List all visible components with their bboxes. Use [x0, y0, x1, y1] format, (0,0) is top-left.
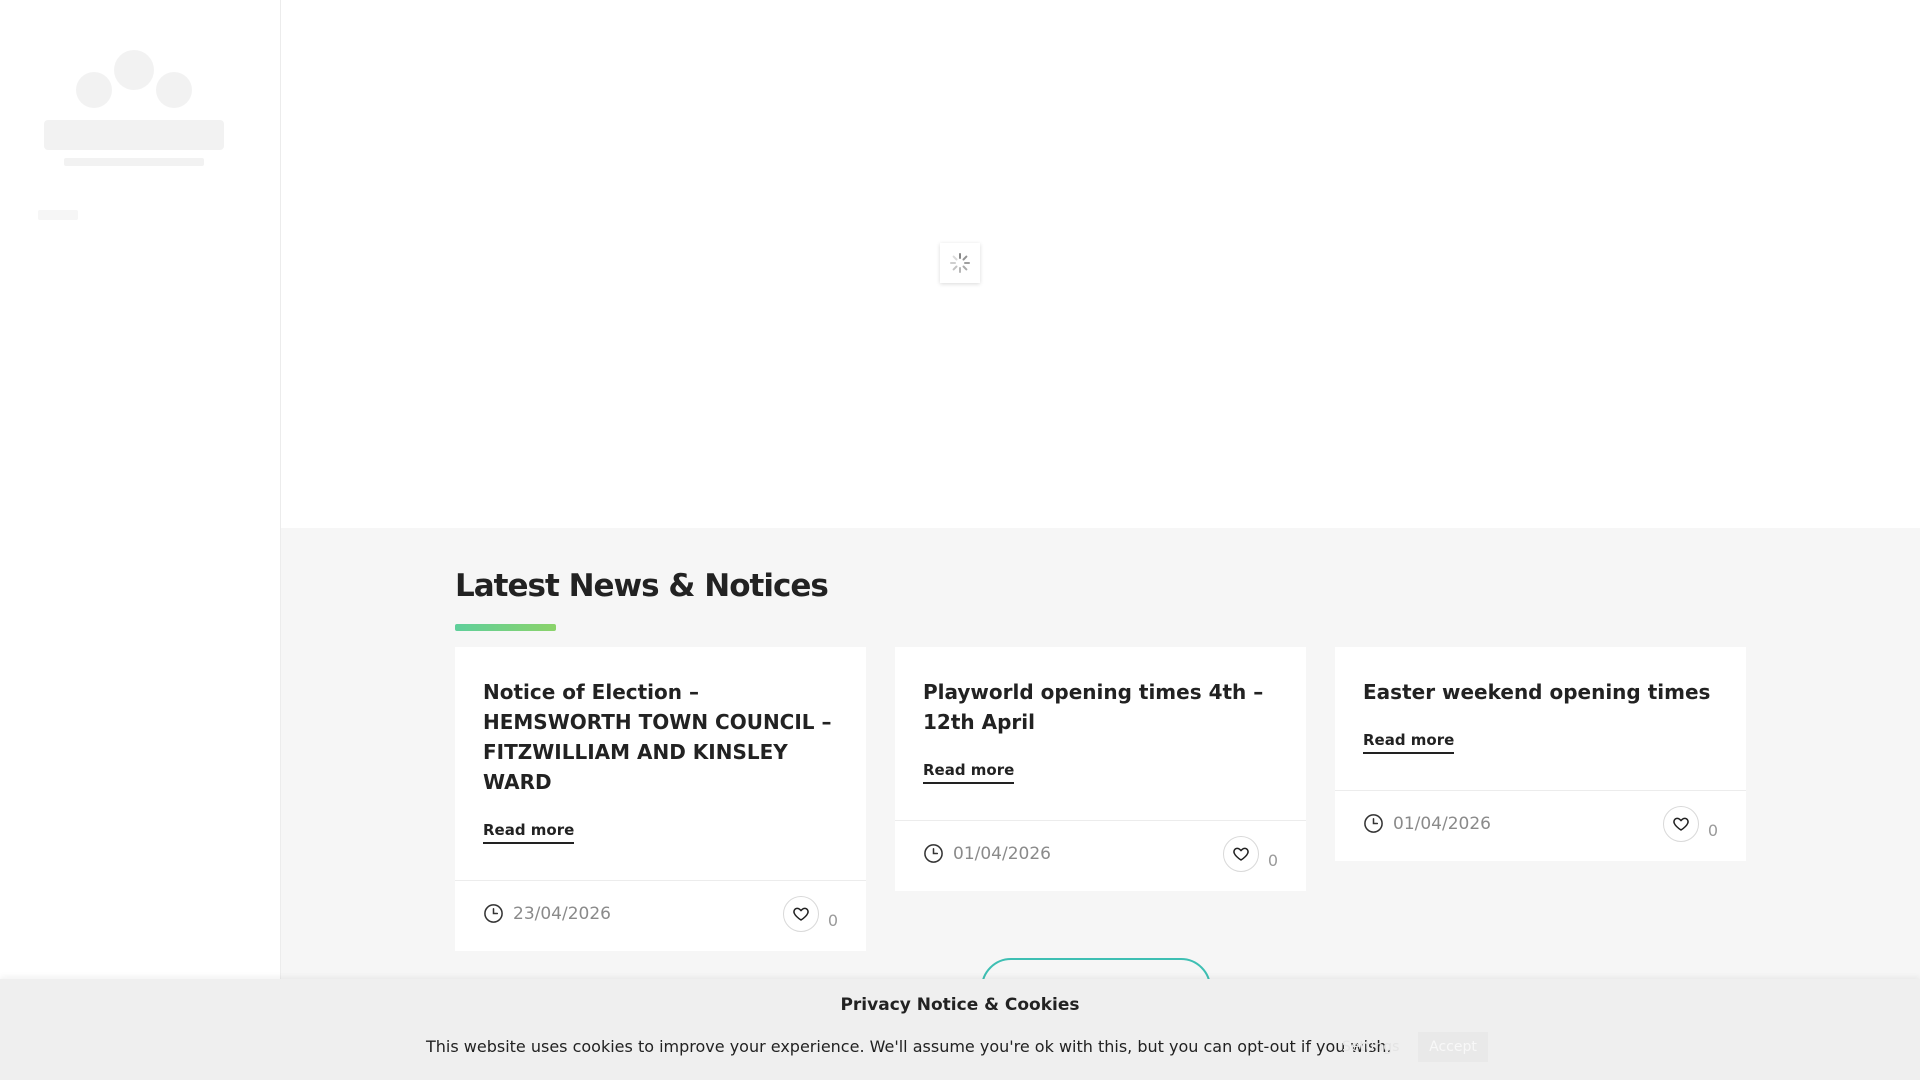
- like-button[interactable]: [1222, 836, 1259, 872]
- news-card: Easter weekend opening times Read more 0…: [1335, 647, 1746, 861]
- read-more-link[interactable]: Read more: [483, 821, 575, 844]
- news-card-title[interactable]: Notice of Election – HEMSWORTH TOWN COUN…: [483, 677, 838, 797]
- hero-slider: [281, 0, 1920, 528]
- news-card-footer: 01/04/2026 0: [1335, 790, 1746, 861]
- like-count: 0: [1267, 851, 1278, 870]
- heart-icon: [1673, 817, 1689, 831]
- like-button[interactable]: [1662, 806, 1699, 842]
- news-card-title[interactable]: Easter weekend opening times: [1363, 677, 1718, 707]
- sidebar: [0, 0, 281, 1080]
- cookie-title: Privacy Notice & Cookies: [840, 995, 1080, 1015]
- like-button[interactable]: [782, 896, 819, 932]
- news-date: 23/04/2026: [513, 903, 611, 924]
- section-title: Latest News & Notices: [455, 568, 829, 604]
- cookie-text: This website uses cookies to improve you…: [426, 1037, 1392, 1056]
- news-date: 01/04/2026: [1393, 813, 1491, 834]
- heart-icon: [793, 907, 809, 921]
- cookie-settings-button[interactable]: Settings: [1332, 1033, 1409, 1061]
- spinner-icon: [940, 243, 980, 283]
- news-card-title[interactable]: Playworld opening times 4th – 12th April: [923, 677, 1278, 737]
- clock-icon: [1364, 814, 1383, 833]
- cookie-banner: Privacy Notice & Cookies This website us…: [0, 979, 1920, 1080]
- sidebar-menu-item[interactable]: [38, 210, 78, 220]
- news-card: Playworld opening times 4th – 12th April…: [895, 647, 1306, 891]
- news-date: 01/04/2026: [953, 843, 1051, 864]
- like-count: 0: [827, 911, 838, 930]
- clock-icon: [924, 844, 943, 863]
- heart-icon: [1233, 847, 1249, 861]
- clock-icon: [484, 904, 503, 923]
- title-underline: [455, 624, 556, 631]
- site-logo[interactable]: [34, 40, 234, 174]
- news-card-footer: 01/04/2026 0: [895, 820, 1306, 891]
- news-card: Notice of Election – HEMSWORTH TOWN COUN…: [455, 647, 866, 951]
- cookie-accept-button[interactable]: Accept: [1418, 1032, 1488, 1062]
- read-more-link[interactable]: Read more: [1363, 731, 1455, 754]
- like-count: 0: [1707, 821, 1718, 840]
- read-more-link[interactable]: Read more: [923, 761, 1015, 784]
- news-card-footer: 23/04/2026 0: [455, 880, 866, 951]
